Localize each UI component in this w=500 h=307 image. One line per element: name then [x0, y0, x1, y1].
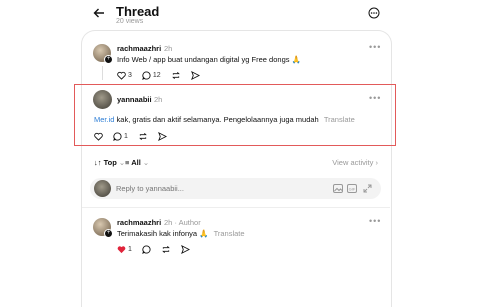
post-username[interactable]: rachmaazhri [117, 218, 161, 227]
post-text: Terimakasih kak infonya 🙏 Translate [117, 229, 245, 238]
post-actions: 1 [117, 245, 200, 254]
thread-line [102, 66, 103, 80]
heart-filled-icon [117, 245, 126, 254]
post-time: 2h [164, 44, 173, 53]
reply-button[interactable]: 1 [113, 132, 128, 141]
reply-button[interactable]: 12 [141, 71, 161, 80]
view-activity-link[interactable]: View activity › [332, 158, 378, 167]
post-text: Mer.id kak, gratis dan aktif selamanya. … [94, 115, 355, 124]
link-mer-id[interactable]: Mer.id [94, 115, 114, 124]
repost-icon [138, 132, 148, 141]
follow-plus-icon[interactable]: + [104, 55, 113, 64]
like-count: 1 [128, 246, 132, 253]
post-time: 2h · Author [164, 218, 201, 227]
post-username[interactable]: yannaabii [117, 95, 152, 104]
post-text-content: Terimakasih kak infonya [117, 229, 198, 238]
heart-icon [117, 71, 126, 80]
comment-icon [141, 71, 151, 80]
expand-icon[interactable] [363, 184, 372, 193]
heart-icon [94, 132, 103, 141]
post-text-content: Info Web / app buat undangan digital yg … [117, 55, 290, 64]
image-icon[interactable] [333, 184, 343, 193]
reply-input[interactable] [116, 182, 296, 194]
post-username[interactable]: rachmaazhri [117, 44, 161, 53]
share-button[interactable] [180, 245, 190, 254]
post-more-icon[interactable]: ••• [369, 42, 381, 52]
send-icon [180, 245, 190, 254]
page-title: Thread [116, 4, 160, 19]
sort-top-dropdown[interactable]: ↓↑ Top ⌄ [94, 158, 125, 167]
like-button[interactable]: 1 [117, 245, 132, 254]
post-text-content: kak, gratis dan aktif selamanya. Pengelo… [114, 115, 319, 124]
repost-button[interactable] [161, 245, 171, 254]
sort-top-label: Top [103, 158, 117, 167]
pray-emoji: 🙏 [199, 229, 209, 238]
chevron-down-icon: ⌄ [142, 158, 150, 167]
repost-icon [161, 245, 171, 254]
post-time-value: 2h [164, 218, 173, 227]
divider [82, 207, 390, 208]
post-actions: 1 [94, 132, 177, 141]
repost-icon [171, 71, 181, 80]
avatar[interactable] [93, 90, 112, 109]
repost-button[interactable] [138, 132, 148, 141]
translate-link[interactable]: Translate [214, 229, 245, 238]
like-button[interactable]: 3 [117, 71, 132, 80]
author-badge: Author [178, 218, 201, 227]
view-activity-label: View activity [332, 158, 374, 167]
follow-plus-icon[interactable]: + [104, 229, 113, 238]
like-button[interactable] [94, 132, 103, 141]
comment-icon [141, 245, 151, 254]
sort-icon: ↓↑ [94, 158, 102, 167]
avatar [94, 180, 111, 197]
send-icon [190, 71, 200, 80]
comment-icon [113, 132, 122, 141]
gif-icon[interactable]: GIF [347, 184, 357, 193]
post-actions: 3 12 [117, 71, 210, 80]
pray-emoji: 🙏 [291, 55, 301, 64]
thread-header: Thread 20 views [0, 0, 500, 30]
more-options-icon[interactable] [368, 7, 380, 19]
reply-button[interactable] [141, 245, 151, 254]
svg-text:GIF: GIF [349, 187, 356, 192]
like-count: 3 [128, 72, 132, 79]
post-more-icon[interactable]: ••• [369, 93, 381, 103]
share-button[interactable] [190, 71, 200, 80]
filter-all-dropdown[interactable]: ≡ All ⌄ [125, 158, 149, 167]
sort-bar: ↓↑ Top ⌄ ≡ All ⌄ View activity › [94, 158, 378, 170]
post-time: 2h [154, 95, 163, 104]
repost-button[interactable] [171, 71, 181, 80]
post-more-icon[interactable]: ••• [369, 216, 381, 226]
share-button[interactable] [157, 132, 167, 141]
chevron-right-icon: › [375, 158, 379, 167]
filter-icon: ≡ [125, 158, 130, 167]
reply-composer: GIF [90, 178, 381, 199]
view-count: 20 views [116, 18, 144, 25]
reply-count: 12 [152, 72, 161, 79]
send-icon [157, 132, 167, 141]
post-text: Info Web / app buat undangan digital yg … [117, 55, 301, 64]
back-arrow-icon[interactable] [93, 7, 105, 19]
translate-link[interactable]: Translate [324, 115, 355, 124]
reply-count: 1 [124, 133, 128, 140]
filter-all-label: All [131, 158, 141, 167]
